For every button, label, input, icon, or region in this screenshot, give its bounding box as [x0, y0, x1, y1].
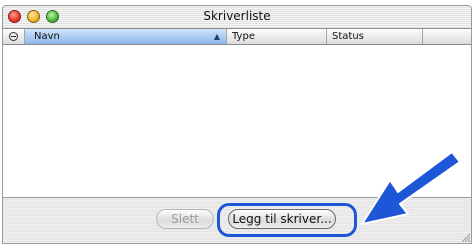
column-header-status[interactable]: Status — [327, 29, 423, 44]
header-icon-column[interactable] — [3, 29, 25, 44]
window-title: Skriverliste — [203, 9, 271, 23]
column-header-status-label: Status — [332, 31, 364, 42]
column-header-type-label: Type — [232, 31, 255, 42]
table-header: Navn ▲ Type Status — [3, 29, 471, 45]
sort-ascending-icon: ▲ — [213, 32, 220, 41]
title-bar[interactable]: Skriverliste — [3, 6, 471, 29]
column-header-name-label: Navn — [34, 31, 60, 42]
column-header-name[interactable]: Navn ▲ — [25, 29, 227, 44]
delete-button[interactable]: Slett — [156, 209, 214, 229]
column-header-extra[interactable] — [423, 29, 471, 44]
callout-arrow-icon — [361, 152, 461, 225]
column-header-type[interactable]: Type — [227, 29, 327, 44]
minus-circle-icon — [9, 32, 18, 41]
add-printer-button[interactable]: Legg til skriver... — [228, 209, 336, 229]
